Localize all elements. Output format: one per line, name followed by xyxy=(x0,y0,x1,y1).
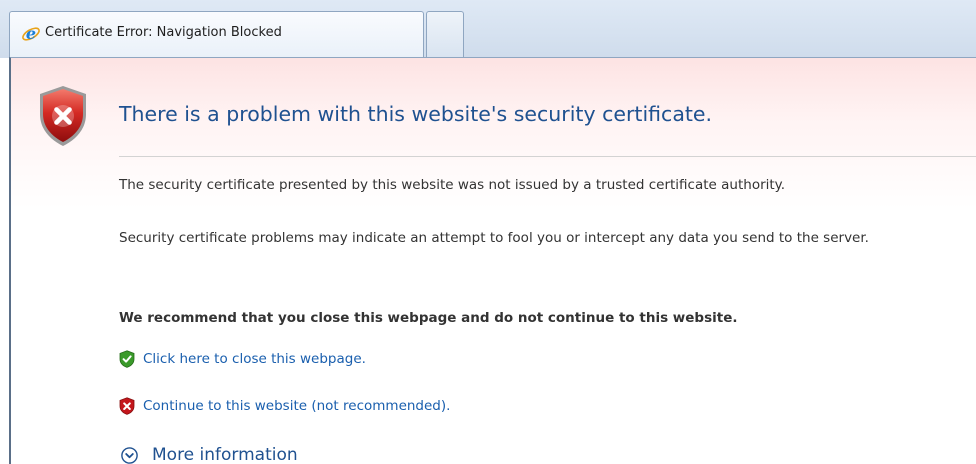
close-webpage-link-label[interactable]: Click here to close this webpage. xyxy=(143,351,366,367)
divider xyxy=(119,156,976,157)
new-tab-button[interactable] xyxy=(426,11,464,57)
red-shield-x-icon xyxy=(119,397,135,415)
error-page: There is a problem with this website's s… xyxy=(9,57,976,464)
close-webpage-link[interactable]: Click here to close this webpage. xyxy=(119,349,366,369)
continue-to-website-link-label[interactable]: Continue to this website (not recommende… xyxy=(143,398,450,414)
certificate-message: The security certificate presented by th… xyxy=(119,177,786,193)
ie-icon: e xyxy=(22,24,40,43)
page-heading: There is a problem with this website's s… xyxy=(119,102,713,126)
continue-to-website-link[interactable]: Continue to this website (not recommende… xyxy=(119,396,450,416)
recommendation-text: We recommend that you close this webpage… xyxy=(119,310,738,326)
error-shield-icon xyxy=(40,86,86,146)
tab-certificate-error[interactable]: e Certificate Error: Navigation Blocked xyxy=(9,11,424,57)
tab-title: Certificate Error: Navigation Blocked xyxy=(45,25,282,40)
security-warning-message: Security certificate problems may indica… xyxy=(119,230,869,246)
svg-text:e: e xyxy=(26,24,36,43)
more-information-toggle[interactable]: More information xyxy=(121,443,298,464)
more-information-label[interactable]: More information xyxy=(152,445,298,464)
expand-circle-icon[interactable] xyxy=(121,446,138,464)
tab-strip: e Certificate Error: Navigation Blocked xyxy=(0,0,976,58)
browser-window: e Certificate Error: Navigation Blocked … xyxy=(0,0,976,464)
green-shield-check-icon xyxy=(119,350,135,368)
